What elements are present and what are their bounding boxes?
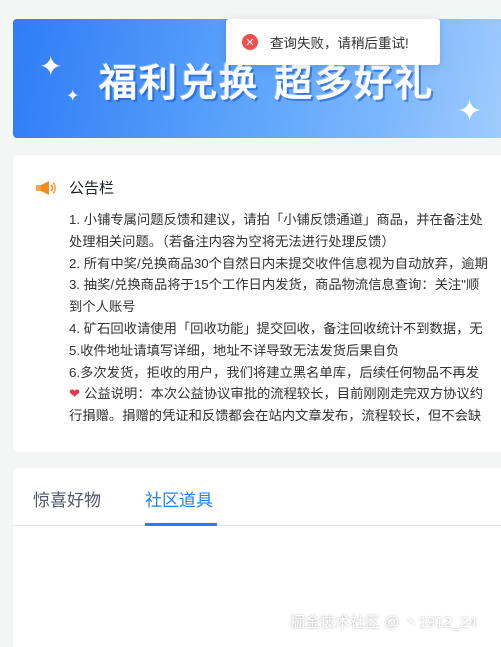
tab-surprise-goods[interactable]: 惊喜好物	[33, 486, 101, 511]
notice-header: 公告栏	[35, 177, 114, 198]
notice-line: 6.多次发货，拒收的用户，我们将建立黑名单库，后续任何物品不再发	[69, 364, 479, 380]
notice-line: ❤ 公益说明：本次公益协议审批的流程较长，目前刚刚走完双方协议约	[69, 383, 501, 405]
notice-line: 2. 所有中奖/兑换商品30个自然日内未提交收件信息视为自动放弃，逾期	[69, 255, 488, 271]
sparkle-icon: ✦	[66, 88, 80, 105]
tab-bar: 惊喜好物 社区道具	[13, 468, 501, 526]
megaphone-icon	[36, 180, 57, 195]
charity-note: 公益说明：本次公益协议审批的流程较长，目前刚刚走完双方协议约	[84, 386, 484, 402]
page: ✦ ✦ ✦ 福利兑换 超多好礼 ✕ 查询失败，请稍后重试! 公告栏 1. 小铺专…	[0, 0, 501, 647]
notice-line: 到个人账号	[69, 299, 136, 315]
notice-line: 3. 抽奖/兑换商品将于15个工作日内发货，商品物流信息查询：关注"顺	[69, 277, 480, 293]
toast-message: 查询失败，请稍后重试!	[270, 36, 409, 51]
notice-line: 4. 矿石回收请使用「回收功能」提交回收，备注回收统计不到数据，无	[69, 320, 483, 336]
sparkle-icon: ✦	[39, 51, 63, 82]
error-circle-icon: ✕	[242, 34, 258, 50]
heart-icon: ❤	[69, 386, 81, 402]
notice-line: 行捐赠。捐赠的凭证和反馈都会在站内文章发布，流程较长，但不会缺	[69, 408, 482, 424]
error-toast: ✕ 查询失败，请稍后重试!	[226, 19, 440, 65]
active-tab-indicator	[145, 523, 217, 526]
sparkle-icon: ✦	[457, 95, 483, 128]
notice-lines: 1. 小铺专属问题反馈和建议，请拍「小铺反馈通道」商品，并在备注处 处理相关问题…	[69, 209, 501, 427]
notice-title: 公告栏	[69, 180, 115, 197]
tab-community-items[interactable]: 社区道具	[145, 486, 213, 511]
notice-line: 1. 小铺专属问题反馈和建议，请拍「小铺反馈通道」商品，并在备注处	[69, 212, 483, 227]
watermark: 掘金技术社区 @ 丶1912_24	[290, 614, 477, 631]
notice-board: 公告栏 1. 小铺专属问题反馈和建议，请拍「小铺反馈通道」商品，并在备注处 处理…	[13, 155, 501, 452]
notice-line: 5.收件地址请填写详细，地址不详导致无法发货后果自负	[69, 342, 400, 358]
notice-line: 处理相关问题。（若备注内容为空将无法进行处理反馈）	[69, 233, 395, 249]
